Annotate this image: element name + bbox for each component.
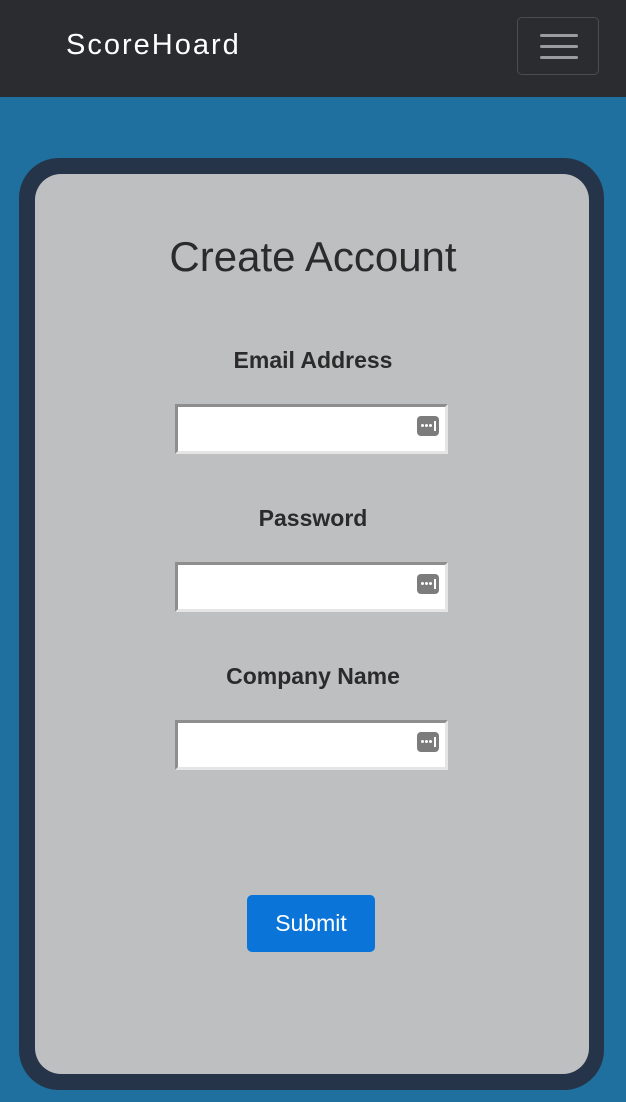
page-title: Create Account [169,233,457,280]
submit-button[interactable]: Submit [247,895,375,952]
company-name-input[interactable] [178,723,412,767]
password-manager-key-icon[interactable] [417,574,439,594]
company-name-label: Company Name [226,663,400,689]
email-label: Email Address [233,347,393,373]
email-field[interactable] [175,404,448,454]
navbar-toggle-button[interactable] [517,17,599,75]
password-field[interactable] [175,562,448,612]
password-manager-key-icon[interactable] [417,416,439,436]
email-input[interactable] [178,407,412,451]
navbar: ScoreHoard [0,0,626,97]
password-manager-key-icon[interactable] [417,732,439,752]
brand-logo-text[interactable]: ScoreHoard [66,27,241,63]
password-label: Password [258,505,368,531]
company-name-field[interactable] [175,720,448,770]
password-input[interactable] [178,565,412,609]
